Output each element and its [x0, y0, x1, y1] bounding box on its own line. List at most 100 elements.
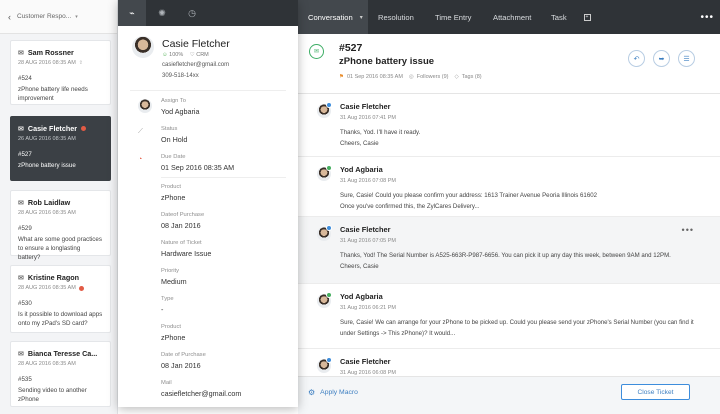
field-assign-to[interactable]: Assign To Yod Agbaria [161, 98, 289, 116]
ticket-subject: Is it possible to download apps onto my … [18, 311, 103, 327]
ticket-customer-name: Casie Fletcher [27, 124, 78, 133]
tab-time-entry[interactable]: Time Entry [425, 0, 483, 34]
field-nature-of-ticket[interactable]: Nature of Ticket Hardware Issue [161, 240, 289, 258]
tab-task[interactable]: Task [541, 0, 577, 34]
ticket-date: 28 AUG 2016 08:35 AM [18, 210, 76, 216]
add-tab-button[interactable]: + [577, 0, 597, 34]
field-label: Nature of Ticket [161, 240, 202, 246]
ticket-number: #535 [18, 376, 32, 383]
ticket-card[interactable]: ✉ Sam Rossner 28 AUG 2016 08:35 AM ⇪ #524 … [10, 40, 111, 105]
contact-phone[interactable]: 309-518-14xx [162, 73, 292, 79]
contact-name[interactable]: Casie Fletcher [162, 38, 282, 50]
field-label: Assign To [161, 98, 187, 104]
chevron-down-icon[interactable]: ▾ [75, 14, 78, 20]
view-title[interactable]: Customer Respo... [17, 13, 71, 20]
field-label: Mail [161, 380, 172, 386]
tab-attachment[interactable]: Attachment [483, 0, 541, 34]
thread-body: Sure, Casie! Could you please confirm yo… [340, 190, 705, 212]
thread-item[interactable]: Yod Agbaria 31 Aug 2016 06:21 PM Sure, C… [298, 284, 720, 349]
field-product[interactable]: Product zPhone [161, 184, 289, 202]
thread-time: 31 Aug 2016 07:05 PM [340, 238, 396, 244]
ticket-date: 26 AUG 2016 08:35 AM [18, 136, 76, 142]
thread-line: Thanks, Yod! The Serial Number is A525-6… [340, 252, 671, 259]
ticket-card-selected[interactable]: ✉ Casie Fletcher 26 AUG 2016 08:35 AM #52… [10, 116, 111, 181]
field-due-date[interactable]: Due Date 01 Sep 2016 08:35 AM [161, 154, 289, 172]
field-value[interactable]: 01 Sep 2016 08:35 AM [161, 163, 289, 172]
ticket-card[interactable]: ✉ Kristine Ragon 28 AUG 2016 08:35 AM #53… [10, 265, 111, 333]
ticket-date: 28 AUG 2016 08:35 AM [18, 361, 76, 367]
field-product-2[interactable]: Product zPhone [161, 324, 289, 342]
status-icon: ⟋ [138, 128, 143, 135]
field-value[interactable]: On Hold [161, 135, 289, 144]
field-label: Due Date [161, 154, 186, 160]
thread-item-hovered[interactable]: Casie Fletcher 31 Aug 2016 07:05 PM ••• … [298, 217, 720, 284]
ticket-card[interactable]: ✉ Bianca Teresse Ca... 28 AUG 2016 08:35 … [10, 341, 111, 407]
incoming-badge-icon [326, 357, 332, 363]
thread-author: Yod Agbaria [340, 165, 383, 174]
field-value[interactable]: - [161, 305, 289, 314]
mail-icon: ✉ [18, 199, 24, 207]
crm-icon: ♡ [189, 52, 195, 58]
field-date-of-purchase-2[interactable]: Date of Purchase 08 Jan 2016 [161, 352, 289, 370]
thread-line: Sure, Casie! Could you please confirm yo… [340, 192, 597, 199]
ticket-subject: zPhone battery life needs improvement [18, 86, 88, 102]
field-value[interactable]: zPhone [161, 193, 289, 202]
ticket-actions: ↶ ➥ ☰ [620, 50, 695, 67]
history-tab[interactable]: ◷ [178, 0, 206, 26]
field-status[interactable]: Status On Hold [161, 126, 289, 144]
ticket-list-header[interactable]: ‹ Customer Respo... ▾ [0, 0, 117, 34]
contact-tab[interactable]: ⌁ [118, 0, 146, 26]
field-value[interactable]: Hardware Issue [161, 249, 289, 258]
assignee-avatar [138, 99, 152, 115]
field-value[interactable]: Yod Agbaria [161, 107, 289, 116]
ticket-customer-name: Sam Rossner [27, 48, 74, 57]
chevron-left-icon[interactable]: ‹ [8, 12, 11, 22]
forward-icon[interactable]: ➥ [653, 50, 670, 67]
reply-icon[interactable]: ↶ [628, 50, 645, 67]
thread-item[interactable]: Yod Agbaria 31 Aug 2016 07:08 PM Sure, C… [298, 157, 720, 217]
field-label: Product [161, 184, 181, 190]
tab-conversation[interactable]: Conversation ▾ [298, 0, 368, 34]
field-label: Product [161, 324, 181, 330]
more-options-icon[interactable]: ••• [700, 0, 714, 34]
ticket-date: 28 AUG 2016 08:35 AM [18, 60, 76, 66]
ticket-subject[interactable]: zPhone battery issue [339, 56, 434, 67]
thread-line: Thanks, Yod. I'll have it ready. [340, 129, 421, 136]
field-type[interactable]: Type - [161, 296, 289, 314]
contact-panel-tabs: ⌁ ✺ ◷ [118, 0, 298, 26]
thread-time: 31 Aug 2016 07:08 PM [340, 178, 396, 184]
ticket-number: #529 [18, 225, 32, 232]
field-value[interactable]: 08 Jan 2016 [161, 361, 289, 370]
thread-item[interactable]: Casie Fletcher 31 Aug 2016 07:41 PM Than… [298, 94, 720, 157]
ticket-card[interactable]: ✉ Rob Laidlaw 28 AUG 2016 08:35 AM #529 W… [10, 190, 111, 261]
field-mail[interactable]: Mail casiefletcher@gmail.com [161, 380, 289, 398]
field-value[interactable]: Medium [161, 277, 289, 286]
field-priority[interactable]: Priority Medium [161, 268, 289, 286]
close-ticket-button[interactable]: Close Ticket [621, 384, 690, 400]
ticket-date: 01 Sep 2016 08:35 AM [346, 74, 403, 80]
thread-line: Once you've confirmed this, the ZylCares… [340, 203, 480, 210]
comment-icon[interactable]: ☰ [678, 50, 695, 67]
tab-label: Resolution [378, 12, 414, 22]
ticket-detail-panel: Conversation ▾ Resolution Time Entry Att… [298, 0, 720, 414]
tags-link[interactable]: Tags (8) [462, 74, 482, 80]
field-value[interactable]: 08 Jan 2016 [161, 221, 289, 230]
field-value[interactable]: casiefletcher@gmail.com [161, 389, 289, 398]
thread-item[interactable]: Casie Fletcher 31 Aug 2016 06:08 PM [298, 349, 720, 376]
followers-link[interactable]: Followers (9) [417, 74, 449, 80]
overdue-indicator-icon [81, 126, 87, 131]
ticket-list-panel: ‹ Customer Respo... ▾ ✉ Sam Rossner 28 AU… [0, 0, 118, 414]
field-date-of-purchase[interactable]: Dateof Purchase 08 Jan 2016 [161, 212, 289, 230]
ticket-number: #527 [18, 151, 32, 158]
macro-icon: ⚙ [308, 388, 316, 397]
field-value[interactable]: zPhone [161, 333, 289, 342]
tab-resolution[interactable]: Resolution [368, 0, 425, 34]
apply-macro-button[interactable]: ⚙ Apply Macro [308, 388, 358, 397]
ticket-number: #527 [339, 42, 363, 54]
tab-label: Attachment [493, 12, 532, 22]
outgoing-badge-icon [326, 165, 332, 171]
thread-more-icon[interactable]: ••• [682, 225, 694, 235]
sun-icon: ✺ [158, 7, 166, 18]
activity-tab[interactable]: ✺ [148, 0, 176, 26]
contact-email[interactable]: casiefletcher@gmail.com [162, 62, 292, 68]
